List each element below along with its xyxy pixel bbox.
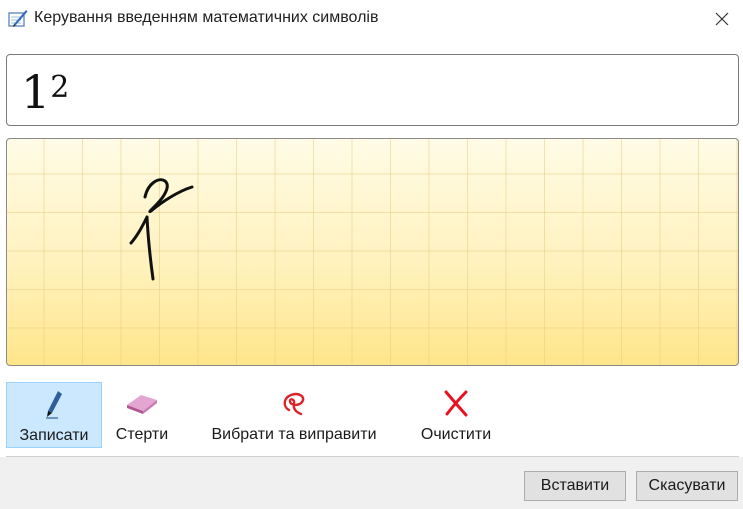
math-input-icon bbox=[8, 8, 28, 28]
tool-write-label: Записати bbox=[19, 427, 89, 444]
writing-pad[interactable] bbox=[6, 138, 739, 366]
eraser-icon bbox=[125, 386, 159, 420]
tool-clear[interactable]: Очистити bbox=[410, 382, 502, 448]
window-title: Керування введенням математичних символі… bbox=[34, 9, 379, 26]
preview-expression: 12 bbox=[21, 63, 69, 121]
tool-select-correct-label: Вибрати та виправити bbox=[211, 426, 377, 443]
close-button[interactable] bbox=[706, 4, 738, 34]
handwritten-ink bbox=[129, 178, 194, 281]
tool-erase-label: Стерти bbox=[115, 426, 169, 443]
tool-select-correct[interactable]: Вибрати та виправити bbox=[190, 382, 398, 448]
tool-clear-label: Очистити bbox=[420, 426, 492, 443]
title-bar: Керування введенням математичних символі… bbox=[0, 0, 743, 40]
dialog-footer: Вставити Скасувати bbox=[0, 457, 743, 509]
clear-x-icon bbox=[442, 386, 470, 420]
pen-icon bbox=[44, 387, 64, 421]
preview-exponent: 2 bbox=[50, 70, 70, 105]
preview-base: 1 bbox=[21, 65, 51, 119]
lasso-icon bbox=[280, 386, 308, 420]
cancel-button[interactable]: Скасувати bbox=[636, 471, 738, 501]
insert-button[interactable]: Вставити bbox=[524, 471, 626, 501]
ink-toolbar: Записати Стерти Вибрати та виправити Очи… bbox=[0, 378, 743, 450]
close-icon bbox=[715, 12, 729, 26]
tool-erase[interactable]: Стерти bbox=[106, 382, 178, 448]
tool-write[interactable]: Записати bbox=[6, 382, 102, 448]
math-preview: 12 bbox=[6, 54, 739, 126]
